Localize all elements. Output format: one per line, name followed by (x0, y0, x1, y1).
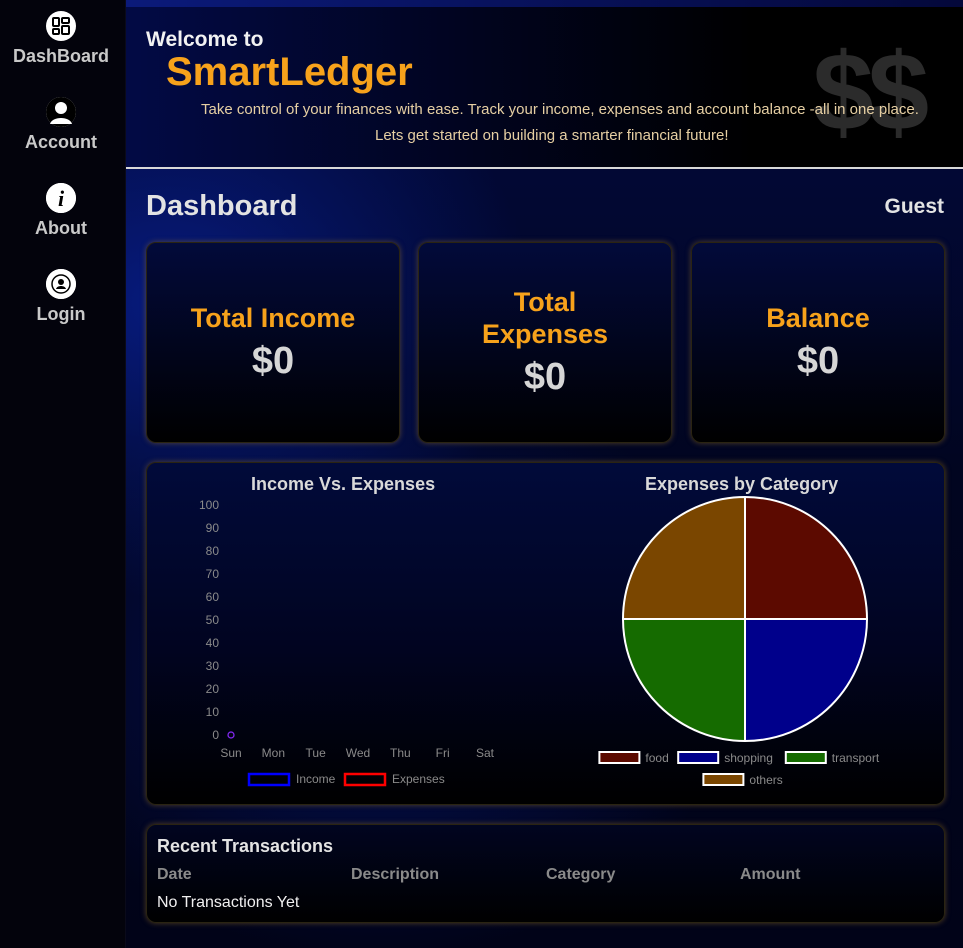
data-point (227, 731, 235, 739)
info-icon: i (46, 183, 76, 213)
balance-card: Balance $0 (691, 242, 945, 443)
sidebar-item-dashboard[interactable]: DashBoard (0, 11, 122, 67)
legend-label: shopping (724, 751, 773, 765)
empty-transactions-message: No Transactions Yet (157, 894, 300, 911)
charts-panel: Income Vs. Expenses Expenses by Category… (146, 462, 945, 805)
y-tick-label: 30 (206, 659, 220, 673)
legend-swatch (702, 773, 745, 786)
welcome-text: Welcome to (146, 28, 264, 51)
transactions-title: Recent Transactions (157, 836, 334, 856)
page-title: Dashboard (146, 190, 298, 222)
brand-title: SmartLedger (166, 50, 413, 94)
card-title: Balance (766, 303, 870, 333)
x-tick-label: Tue (306, 746, 327, 760)
legend-label: Expenses (392, 772, 445, 786)
y-tick-label: 10 (206, 705, 220, 719)
legend-label: food (645, 751, 668, 765)
x-tick-label: Fri (436, 746, 450, 760)
y-tick-label: 70 (206, 567, 220, 581)
legend-swatch (343, 772, 387, 787)
total-income-card: Total Income $0 (146, 242, 400, 443)
column-header-date: Date (157, 866, 192, 883)
sidebar-item-account[interactable]: Account (0, 97, 122, 153)
x-tick-label: Mon (262, 746, 285, 760)
svg-text:i: i (58, 186, 65, 211)
pie-slice-food (744, 495, 869, 620)
legend-swatch (784, 751, 827, 764)
sidebar-item-about[interactable]: i About (0, 183, 122, 239)
column-header-description: Description (351, 866, 440, 883)
total-expenses-card: Total Expenses $0 (418, 242, 672, 443)
legend-label: others (749, 773, 782, 787)
dashboard-icon (46, 11, 76, 41)
sidebar-item-label: About (35, 218, 87, 238)
legend-swatch (677, 751, 720, 764)
expenses-category-chart: food shopping transport others (598, 495, 880, 787)
x-tick-label: Sun (220, 746, 241, 760)
y-tick-label: 100 (199, 498, 219, 512)
card-title: Total Income (190, 303, 356, 333)
login-user-icon (46, 269, 76, 299)
pie-slice-shopping (744, 618, 869, 743)
legend-label: transport (832, 751, 880, 765)
column-header-category: Category (546, 866, 616, 883)
legend-label: Income (296, 772, 336, 786)
card-value: $0 (796, 340, 840, 382)
y-tick-label: 90 (206, 521, 220, 535)
legend-swatch (598, 751, 641, 764)
welcome-header: Welcome to SmartLedger $$ Take control o… (126, 7, 963, 169)
tagline-secondary: Lets get started on building a smarter f… (375, 127, 729, 144)
top-bar (126, 0, 963, 7)
sidebar-item-label: Login (36, 304, 86, 324)
current-user-name: Guest (884, 195, 944, 218)
income-expenses-chart: 0 10 20 30 40 50 60 70 80 90 100 Sun Mon Tue Wed Thu Fri… (199, 498, 495, 787)
y-tick-label: 50 (206, 613, 220, 627)
x-tick-label: Thu (390, 746, 411, 760)
sidebar-item-label: DashBoard (12, 46, 110, 66)
sidebar-item-label: Account (25, 132, 97, 152)
main-content: Welcome to SmartLedger $$ Take control o… (126, 0, 963, 948)
pie-slice-others (621, 495, 746, 620)
user-icon (46, 97, 76, 127)
y-tick-label: 40 (206, 636, 220, 650)
column-header-amount: Amount (740, 866, 801, 883)
pie-slice-transport (621, 618, 746, 743)
legend-swatch (247, 772, 291, 787)
card-value: $0 (523, 356, 567, 398)
x-tick-label: Sat (476, 746, 495, 760)
sidebar: DashBoard Account i About Login (0, 0, 126, 948)
card-title: Total Expenses (481, 287, 609, 349)
y-tick-label: 0 (212, 728, 219, 742)
dollar-decoration: $$ (812, 31, 929, 154)
y-tick-label: 60 (206, 590, 220, 604)
y-tick-label: 20 (206, 682, 220, 696)
tagline-primary: Take control of your finances with ease.… (201, 101, 919, 118)
x-tick-label: Wed (346, 746, 370, 760)
recent-transactions-panel: Recent Transactions Date Description Cat… (146, 824, 945, 923)
card-value: $0 (251, 340, 295, 382)
y-tick-label: 80 (206, 544, 220, 558)
sidebar-item-login[interactable]: Login (0, 269, 122, 325)
